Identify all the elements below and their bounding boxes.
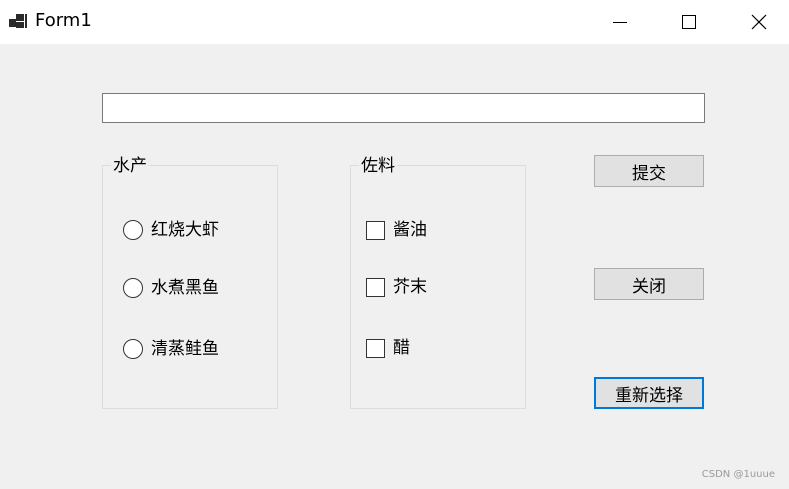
checkbox-box[interactable] (366, 338, 385, 358)
checkbox-box[interactable] (366, 220, 385, 240)
seasoning-group-caption: 佐料 (359, 156, 397, 176)
radio-circle[interactable] (123, 339, 143, 359)
checkbox-option-mustard[interactable]: 芥末 (366, 276, 427, 298)
radio-label: 清蒸鲑鱼 (151, 339, 219, 359)
close-button[interactable]: 关闭 (594, 268, 704, 300)
title-bar[interactable]: Form1 (0, 0, 789, 44)
minimize-icon (613, 21, 627, 23)
reset-button[interactable]: 重新选择 (594, 377, 704, 409)
watermark: CSDN @1uuue (701, 469, 775, 480)
minimize-button[interactable] (585, 0, 655, 44)
checkbox-option-vinegar[interactable]: 醋 (366, 337, 410, 359)
seafood-groupbox: 水产 红烧大虾 水煮黑鱼 清蒸鲑鱼 (102, 156, 278, 409)
seafood-group-caption: 水产 (111, 156, 149, 176)
checkbox-label: 醋 (393, 338, 410, 358)
radio-option-snakehead[interactable]: 水煮黑鱼 (123, 277, 219, 299)
submit-button[interactable]: 提交 (594, 155, 704, 187)
app-icon (9, 12, 27, 30)
checkbox-label: 芥末 (393, 277, 427, 297)
close-window-button[interactable] (724, 0, 789, 44)
radio-circle[interactable] (123, 278, 143, 298)
checkbox-box[interactable] (366, 277, 385, 297)
radio-circle[interactable] (123, 220, 143, 240)
seasoning-groupbox: 佐料 酱油 芥末 醋 (350, 156, 526, 409)
window-title: Form1 (35, 10, 92, 31)
checkbox-label: 酱油 (393, 220, 427, 240)
close-icon (751, 14, 767, 30)
radio-option-salmon[interactable]: 清蒸鲑鱼 (123, 338, 219, 360)
maximize-icon (682, 15, 696, 29)
radio-label: 水煮黑鱼 (151, 278, 219, 298)
radio-label: 红烧大虾 (151, 220, 219, 240)
maximize-button[interactable] (654, 0, 724, 44)
result-textbox[interactable] (102, 93, 705, 123)
radio-option-shrimp[interactable]: 红烧大虾 (123, 219, 219, 241)
checkbox-option-soy-sauce[interactable]: 酱油 (366, 219, 427, 241)
